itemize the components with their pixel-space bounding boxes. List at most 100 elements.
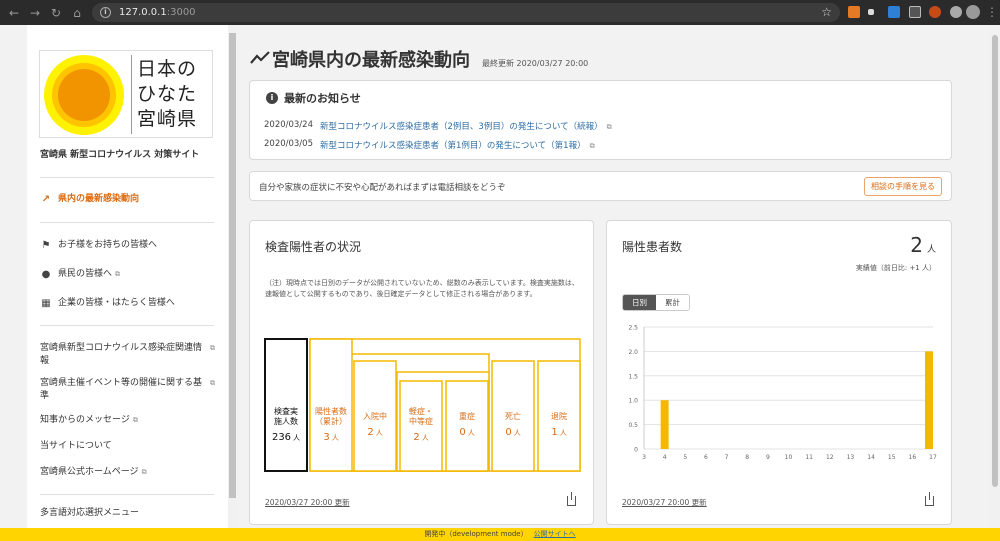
external-link-icon: ⧉ (210, 344, 215, 352)
page-header: 宮崎県内の最新感染動向 最終更新 2020/03/27 20:00 (272, 46, 588, 72)
toggle-daily[interactable]: 日別 (623, 295, 656, 310)
sidebar-item-about[interactable]: 当サイトについて (40, 440, 220, 453)
card-updated-link[interactable]: 2020/03/27 20:00 更新 (265, 497, 350, 508)
flow-box-value: 0人 (505, 427, 520, 438)
news-item[interactable]: 2020/03/05 新型コロナウイルス感染症患者（第1例目）の発生について（第… (264, 139, 595, 151)
test-flow-diagram: 検査実施人数 236 人 陽性者数（累計） 3 人 入院中 2 人 軽症・中等症 2 人 重症 0 人 死亡 0… (264, 338, 581, 472)
sidebar-item-label: 知事からのメッセージ (40, 415, 130, 425)
consultation-steps-button[interactable]: 相談の手順を見る (864, 177, 942, 196)
news-item[interactable]: 2020/03/24 新型コロナウイルス感染症患者（2例目、3例目）の発生につい… (264, 120, 612, 132)
toggle-cumulative[interactable]: 累計 (656, 295, 689, 310)
external-link-icon: ⧉ (606, 123, 612, 131)
flow-box-label: 死亡 (505, 411, 521, 421)
share-icon[interactable] (567, 492, 576, 506)
sidebar-item-related-info[interactable]: 宮崎県新型コロナウイルス感染症関連情報 ⧉ (40, 342, 215, 368)
bookmark-star-icon[interactable]: ☆ (821, 5, 832, 19)
positive-total: 2人 (910, 233, 936, 257)
x-tick-label: 7 (725, 454, 729, 461)
dev-mode-banner: 開発中（development mode） 公開サイトへ (0, 528, 1000, 541)
bar[interactable] (660, 400, 669, 449)
sidebar-scrollbar[interactable] (228, 25, 237, 528)
back-icon[interactable]: ← (5, 4, 23, 22)
sidebar-item-businesses[interactable]: ▦ 企業の皆様・はたらく皆様へ (40, 297, 220, 310)
site-info-icon[interactable]: i (100, 7, 111, 18)
sidebar-item-label: 県内の最新感染動向 (58, 194, 140, 204)
logo-text: 日本のひなた宮崎県 (137, 58, 198, 130)
sidebar-item-trends[interactable]: ↗ 県内の最新感染動向 (40, 193, 220, 206)
flow-box-label: 検査実 (274, 406, 298, 416)
extension-icon-3[interactable] (929, 6, 941, 18)
flow-box-value: 0人 (459, 427, 474, 438)
extension-icon-2[interactable] (909, 6, 921, 18)
y-tick-label: 2.0 (628, 349, 638, 356)
share-icon[interactable] (925, 492, 934, 506)
flow-box (399, 380, 443, 472)
rss-extension-icon[interactable] (848, 6, 860, 18)
profile-avatar[interactable] (966, 5, 980, 19)
flow-box-label: 重症 (459, 411, 475, 421)
flow-box-label: 施人数 (274, 416, 298, 426)
extension-icon-1[interactable] (868, 9, 874, 15)
y-tick-label: 1.0 (628, 398, 638, 405)
card-updated-link[interactable]: 2020/03/27 20:00 更新 (622, 497, 707, 508)
sidebar-item-parents[interactable]: ⚑ お子様をお持ちの皆様へ (40, 239, 220, 252)
consultation-banner: 自分や家族の症状に不安や心配があればまずは電話相談をどうぞ 相談の手順を見る (249, 171, 952, 201)
news-link[interactable]: 新型コロナウイルス感染症患者（第1例目）の発生について（第1報） ⧉ (320, 139, 595, 151)
x-tick-label: 17 (929, 454, 937, 461)
flow-box-value: 1人 (551, 427, 566, 438)
news-date: 2020/03/24 (264, 120, 313, 130)
news-date: 2020/03/05 (264, 139, 313, 149)
flow-box-value: 2人 (413, 432, 428, 443)
x-tick-label: 8 (745, 454, 749, 461)
news-heading: i 最新のお知らせ (266, 90, 361, 106)
card-title: 検査陽性者の状況 (265, 240, 362, 254)
page-scroll-thumb[interactable] (992, 35, 998, 487)
news-link[interactable]: 新型コロナウイルス感染症患者（2例目、3例目）の発生について（続報） ⧉ (320, 120, 612, 132)
sidebar-item-label: 当サイトについて (40, 441, 112, 451)
prefecture-logo[interactable]: 日本のひなた宮崎県 (39, 50, 213, 138)
bar[interactable] (925, 351, 933, 449)
page-scrollbar[interactable] (990, 25, 1000, 528)
flow-box (309, 338, 353, 472)
sidebar-item-residents[interactable]: ● 県民の皆様へ ⧉ (40, 268, 220, 281)
card-note: （注）現時点では日別のデータが公開されていないため、総数のみ表示しています。検査… (265, 279, 579, 298)
flow-box (445, 380, 489, 472)
last-updated: 最終更新 2020/03/27 20:00 (482, 59, 589, 68)
browser-toolbar: ← → ↻ ⌂ i 127.0.0.1:3000 ☆ ⋮ (0, 0, 1000, 25)
positive-daily-diff: 実績値（前日比: +1 人） (855, 264, 936, 272)
x-tick-label: 5 (683, 454, 687, 461)
address-bar[interactable]: i 127.0.0.1:3000 ☆ (92, 3, 840, 22)
extension-icon-4[interactable] (950, 6, 962, 18)
flow-box-value: 3人 (323, 432, 338, 443)
flow-box-label: 入院中 (363, 411, 387, 421)
news-card: i 最新のお知らせ 2020/03/24 新型コロナウイルス感染症患者（2例目、… (249, 80, 952, 160)
sidebar-item-label: 宮崎県新型コロナウイルス感染症関連情報 (40, 343, 203, 366)
sidebar-item-label: 企業の皆様・はたらく皆様へ (58, 298, 175, 308)
sidebar-scroll-thumb[interactable] (229, 33, 236, 498)
reload-icon[interactable]: ↻ (47, 4, 65, 22)
sidebar-item-label: 多言語対応選択メニュー (40, 508, 140, 518)
flow-box-value: 2人 (367, 427, 382, 438)
trello-extension-icon[interactable] (888, 6, 900, 18)
public-site-link[interactable]: 公開サイトへ (534, 530, 576, 538)
x-tick-label: 16 (909, 454, 917, 461)
sidebar-item-label: 宮崎県主催イベント等の開催に関する基準 (40, 378, 203, 401)
x-tick-label: 11 (805, 454, 813, 461)
menu-kebab-icon[interactable]: ⋮ (983, 3, 1000, 21)
url-port: :3000 (166, 7, 196, 18)
site-title: 宮崎県 新型コロナウイルス 対策サイト (40, 150, 200, 160)
y-tick-label: 0.5 (628, 422, 638, 429)
forward-icon[interactable]: → (26, 4, 44, 22)
sidebar-item-event-standards[interactable]: 宮崎県主催イベント等の開催に関する基準 ⧉ (40, 377, 215, 403)
x-tick-label: 4 (663, 454, 667, 461)
sidebar-item-label: お子様をお持ちの皆様へ (58, 240, 158, 250)
chart-mode-toggle: 日別 累計 (622, 294, 690, 311)
flow-box-label: 陽性者数 (315, 406, 347, 416)
home-icon[interactable]: ⌂ (68, 4, 86, 22)
y-tick-label: 0 (634, 447, 638, 454)
sidebar-item-governor-message[interactable]: 知事からのメッセージ ⧉ (40, 414, 220, 427)
flow-box-label: 中等症 (409, 416, 433, 426)
sidebar-item-official-site[interactable]: 宮崎県公式ホームページ ⧉ (40, 466, 220, 479)
x-tick-label: 14 (867, 454, 875, 461)
sidebar-item-language-menu[interactable]: 多言語対応選択メニュー (40, 507, 220, 520)
